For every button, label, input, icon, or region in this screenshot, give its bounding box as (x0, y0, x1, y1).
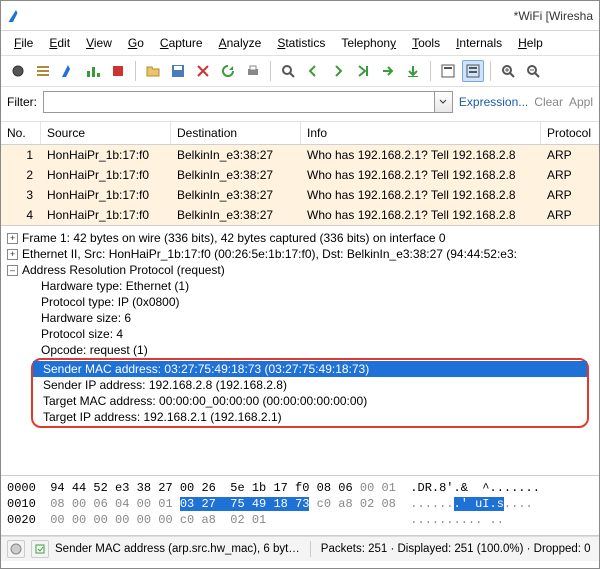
filter-expression-link[interactable]: Expression... (459, 95, 528, 109)
window-titlebar: *WiFi [Wiresha (1, 1, 599, 31)
main-toolbar (1, 56, 599, 87)
jump-icon[interactable] (352, 60, 374, 82)
refresh-icon[interactable] (217, 60, 239, 82)
collapse-icon[interactable]: – (7, 265, 18, 276)
menu-go[interactable]: Go (121, 33, 151, 53)
menubar: File Edit View Go Capture Analyze Statis… (1, 31, 599, 56)
go-icon[interactable] (377, 60, 399, 82)
menu-edit[interactable]: Edit (42, 33, 77, 53)
field-target-mac[interactable]: Target MAC address: 00:00:00_00:00:00 (0… (33, 393, 587, 409)
packet-list-header: No. Source Destination Info Protocol (1, 122, 599, 145)
window-title: *WiFi [Wiresha (514, 9, 593, 23)
hex-selection: 03 27 75 49 18 73 (180, 497, 310, 511)
col-info[interactable]: Info (301, 122, 541, 144)
menu-telephony[interactable]: Telephony (334, 33, 403, 53)
filter-label: Filter: (7, 95, 37, 109)
highlight-box: Sender MAC address: 03:27:75:49:18:73 (0… (31, 358, 589, 428)
hex-pane[interactable]: 0000 94 44 52 e3 38 27 00 26 5e 1b 17 f0… (1, 476, 599, 536)
search-icon[interactable] (277, 60, 299, 82)
packet-row[interactable]: 2 HonHaiPr_1b:17:f0 BelkinIn_e3:38:27 Wh… (1, 165, 599, 185)
back-icon[interactable] (302, 60, 324, 82)
filter-dropdown[interactable] (435, 91, 453, 113)
expert-info-icon[interactable] (7, 540, 25, 558)
notes-icon[interactable] (31, 540, 49, 558)
col-source[interactable]: Source (41, 122, 171, 144)
save-icon[interactable] (167, 60, 189, 82)
filter-clear-link[interactable]: Clear (534, 95, 563, 109)
menu-view[interactable]: View (79, 33, 119, 53)
view-list-icon[interactable] (437, 60, 459, 82)
stats-icon[interactable] (82, 60, 104, 82)
tree-item-frame[interactable]: + Frame 1: 42 bytes on wire (336 bits), … (1, 230, 599, 246)
filter-apply-link[interactable]: Appl (569, 95, 593, 109)
tree-item-ethernet[interactable]: + Ethernet II, Src: HonHaiPr_1b:17:f0 (0… (1, 246, 599, 262)
packet-details: + Frame 1: 42 bytes on wire (336 bits), … (1, 226, 599, 476)
menu-statistics[interactable]: Statistics (270, 33, 332, 53)
col-no[interactable]: No. (1, 122, 41, 144)
zoom-in-icon[interactable] (497, 60, 519, 82)
col-protocol[interactable]: Protocol (541, 122, 600, 144)
packet-row[interactable]: 3 HonHaiPr_1b:17:f0 BelkinIn_e3:38:27 Wh… (1, 185, 599, 205)
list-icon[interactable] (32, 60, 54, 82)
menu-help[interactable]: Help (511, 33, 550, 53)
print-icon[interactable] (242, 60, 264, 82)
expand-icon[interactable]: + (7, 233, 18, 244)
chevron-down-icon (439, 98, 447, 106)
shark-icon[interactable] (57, 60, 79, 82)
field-hardware-type[interactable]: Hardware type: Ethernet (1) (1, 278, 599, 294)
menu-file[interactable]: File (7, 33, 40, 53)
packet-row[interactable]: 1 HonHaiPr_1b:17:f0 BelkinIn_e3:38:27 Wh… (1, 145, 599, 165)
filter-input[interactable] (43, 91, 435, 113)
view-detail-icon[interactable] (462, 60, 484, 82)
field-protocol-type[interactable]: Protocol type: IP (0x0800) (1, 294, 599, 310)
field-opcode[interactable]: Opcode: request (1) (1, 342, 599, 358)
forward-icon[interactable] (327, 60, 349, 82)
close-icon[interactable] (192, 60, 214, 82)
status-packets: Packets: 251 · Displayed: 251 (100.0%) ·… (321, 543, 591, 555)
field-hardware-size[interactable]: Hardware size: 6 (1, 310, 599, 326)
menu-tools[interactable]: Tools (405, 33, 447, 53)
record-icon[interactable] (7, 60, 29, 82)
stop-icon[interactable] (107, 60, 129, 82)
down-icon[interactable] (402, 60, 424, 82)
field-target-ip[interactable]: Target IP address: 192.168.2.1 (192.168.… (33, 409, 587, 425)
tree-item-arp[interactable]: – Address Resolution Protocol (request) (1, 262, 599, 278)
menu-analyze[interactable]: Analyze (212, 33, 269, 53)
filter-bar: Filter: Expression... Clear Appl (1, 87, 599, 122)
status-field: Sender MAC address (arp.src.hw_mac), 6 b… (55, 543, 300, 555)
zoom-out-icon[interactable] (522, 60, 544, 82)
field-sender-ip[interactable]: Sender IP address: 192.168.2.8 (192.168.… (33, 377, 587, 393)
menu-internals[interactable]: Internals (449, 33, 509, 53)
field-protocol-size[interactable]: Protocol size: 4 (1, 326, 599, 342)
packet-row[interactable]: 4 HonHaiPr_1b:17:f0 BelkinIn_e3:38:27 Wh… (1, 205, 599, 225)
app-icon (7, 7, 25, 25)
menu-capture[interactable]: Capture (153, 33, 210, 53)
open-icon[interactable] (142, 60, 164, 82)
packet-list: No. Source Destination Info Protocol 1 H… (1, 122, 599, 226)
expand-icon[interactable]: + (7, 249, 18, 260)
status-bar: Sender MAC address (arp.src.hw_mac), 6 b… (1, 536, 599, 561)
field-sender-mac[interactable]: Sender MAC address: 03:27:75:49:18:73 (0… (33, 361, 587, 377)
col-destination[interactable]: Destination (171, 122, 301, 144)
